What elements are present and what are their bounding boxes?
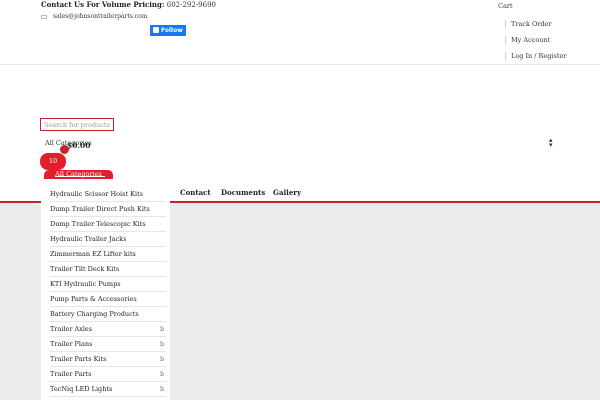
category-item-label: Dump Trailer Telescopic Kits: [50, 220, 146, 228]
category-item[interactable]: Hydraulic Scissor Hoist Kits: [50, 187, 166, 202]
category-item-label: Trailer Axles: [50, 325, 93, 333]
nav-documents[interactable]: Documents: [221, 188, 265, 197]
facebook-icon: [153, 27, 159, 33]
envelope-icon: [41, 14, 47, 19]
cart-link[interactable]: Cart: [498, 2, 513, 10]
category-item[interactable]: Dump Trailer Telescopic Kits: [50, 217, 166, 232]
submenu-arrow-icon: b: [160, 356, 164, 363]
category-item[interactable]: Battery Charging Products: [50, 307, 166, 322]
all-categories-toggle[interactable]: All Categories: [44, 170, 113, 179]
category-item[interactable]: Trailer Plans b: [50, 337, 166, 352]
facebook-follow-label: Follow: [161, 27, 183, 34]
category-item[interactable]: Trailer Parts b: [50, 367, 166, 382]
category-item-label: Trailer Parts: [50, 370, 92, 378]
category-item[interactable]: Trailer Axles b: [50, 322, 166, 337]
track-order-link[interactable]: Track Order: [511, 20, 552, 28]
my-account-link[interactable]: My Account: [511, 36, 550, 44]
contact-email[interactable]: sales@johnsontrailerparts.com: [53, 13, 147, 20]
category-item[interactable]: Trailer Parts Kits b: [50, 352, 166, 367]
category-item-label: Trailer Tilt Deck Kits: [50, 265, 120, 273]
nav-contact[interactable]: Contact: [180, 188, 211, 197]
category-item[interactable]: Trailer Tilt Deck Kits: [50, 262, 166, 277]
contact-phone[interactable]: 602-292-9690: [167, 1, 216, 9]
category-item-label: TecNiq LED Lights: [50, 385, 113, 393]
category-item[interactable]: Pump Parts & Accessories: [50, 292, 166, 307]
topbar-divider: [0, 64, 600, 65]
category-item[interactable]: Dump Trailer Direct Push Kits: [50, 202, 166, 217]
link-divider: [505, 36, 506, 44]
submenu-arrow-icon: b: [160, 341, 164, 348]
submenu-arrow-icon: b: [160, 326, 164, 333]
category-item[interactable]: KTI Hydraulic Pumps: [50, 277, 166, 292]
category-item[interactable]: Zimmerman EZ Lifter kits: [50, 247, 166, 262]
category-item[interactable]: Hydraulic Trailer Jacks: [50, 232, 166, 247]
category-item-label: Pump Parts & Accessories: [50, 295, 137, 303]
category-item-label: Zimmerman EZ Lifter kits: [50, 250, 136, 258]
contact-email-line[interactable]: sales@johnsontrailerparts.com: [41, 13, 147, 20]
category-item-label: Dump Trailer Direct Push Kits: [50, 205, 150, 213]
submenu-arrow-icon: b: [160, 386, 164, 393]
link-divider: [505, 20, 506, 28]
category-item-label: KTI Hydraulic Pumps: [50, 280, 121, 288]
submenu-arrow-icon: b: [160, 371, 164, 378]
select-arrows-icon[interactable]: ▴ ▾: [549, 137, 553, 149]
category-item-label: Trailer Plans: [50, 340, 93, 348]
contact-label: Contact Us For Volume Pricing:: [41, 0, 165, 9]
category-item-label: Hydraulic Trailer Jacks: [50, 235, 127, 243]
category-item[interactable]: TecNiq LED Lights b: [50, 382, 166, 397]
category-item-label: Trailer Parts Kits: [50, 355, 107, 363]
link-divider: [505, 52, 506, 60]
category-item-label: Hydraulic Scissor Hoist Kits: [50, 190, 144, 198]
all-categories-underline: [55, 176, 105, 177]
search-button[interactable]: 10: [40, 153, 66, 170]
category-item-label: Battery Charging Products: [50, 310, 139, 318]
nav-gallery[interactable]: Gallery: [273, 188, 301, 197]
search-input[interactable]: [40, 118, 114, 131]
cart-total[interactable]: $0.00: [67, 141, 91, 150]
contact-pricing-line: Contact Us For Volume Pricing: 602-292-9…: [41, 0, 216, 9]
category-dropdown: Hydraulic Scissor Hoist Kits Dump Traile…: [41, 184, 170, 400]
facebook-follow-button[interactable]: Follow: [150, 25, 186, 36]
login-register-link[interactable]: Log In / Register: [511, 52, 566, 60]
